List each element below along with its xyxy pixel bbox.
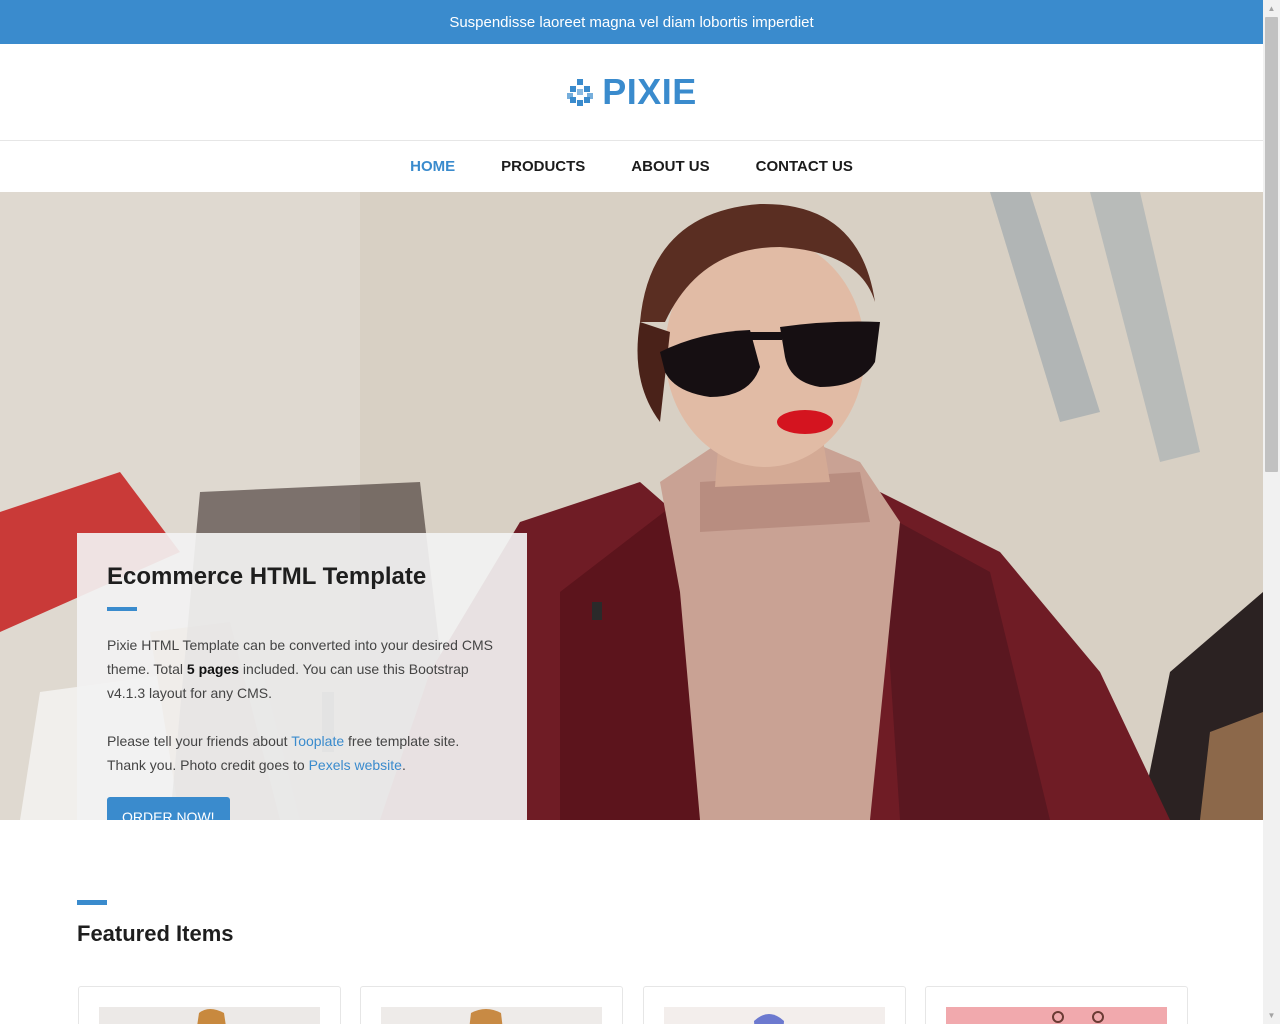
brand-name: PIXIE xyxy=(602,71,697,112)
product-card[interactable] xyxy=(925,986,1188,1024)
hero-banner: Ecommerce HTML Template Pixie HTML Templ… xyxy=(0,192,1263,820)
order-now-button[interactable]: ORDER NOW! xyxy=(107,797,230,820)
product-card[interactable] xyxy=(360,986,623,1024)
brand-logo[interactable]: PIXIE xyxy=(566,71,697,113)
pexels-link[interactable]: Pexels website xyxy=(309,757,402,773)
nav-about-us[interactable]: ABOUT US xyxy=(631,158,709,175)
product-thumbnail xyxy=(946,1007,1167,1024)
hero-paragraph-2: Please tell your friends about Tooplate … xyxy=(107,729,497,777)
pixel-diamond-icon xyxy=(566,78,594,106)
tooplate-link[interactable]: Tooplate xyxy=(291,733,344,749)
hero-pages-count: 5 pages xyxy=(186,661,240,677)
site-header: PIXIE xyxy=(0,44,1263,141)
product-thumbnail xyxy=(99,1007,320,1024)
nav-home[interactable]: HOME xyxy=(410,158,455,175)
product-card[interactable] xyxy=(643,986,906,1024)
hero-p2-text-end: . xyxy=(401,757,406,773)
nav-contact-us[interactable]: CONTACT US xyxy=(756,158,853,175)
scrollbar-thumb[interactable] xyxy=(1265,17,1278,472)
scroll-down-arrow-icon[interactable]: ▼ xyxy=(1263,1007,1280,1024)
product-thumbnail xyxy=(664,1007,885,1024)
hero-title: Ecommerce HTML Template xyxy=(107,563,427,590)
page-scrollbar[interactable]: ▲ ▼ xyxy=(1263,0,1280,1024)
section-accent-bar xyxy=(77,900,107,905)
main-nav: HOME PRODUCTS ABOUT US CONTACT US xyxy=(0,141,1263,192)
nav-products[interactable]: PRODUCTS xyxy=(501,158,585,175)
hero-paragraph-1: Pixie HTML Template can be converted int… xyxy=(107,633,497,705)
announcement-bar: Suspendisse laoreet magna vel diam lobor… xyxy=(0,0,1263,44)
scroll-up-arrow-icon[interactable]: ▲ xyxy=(1263,0,1280,17)
hero-p2-text: Please tell your friends about xyxy=(107,733,292,749)
hero-card: Ecommerce HTML Template Pixie HTML Templ… xyxy=(77,533,527,820)
title-underline xyxy=(107,607,137,611)
product-card[interactable] xyxy=(78,986,341,1024)
announcement-text: Suspendisse laoreet magna vel diam lobor… xyxy=(449,13,814,31)
product-thumbnail xyxy=(381,1007,602,1024)
featured-items-title: Featured Items xyxy=(77,921,234,946)
